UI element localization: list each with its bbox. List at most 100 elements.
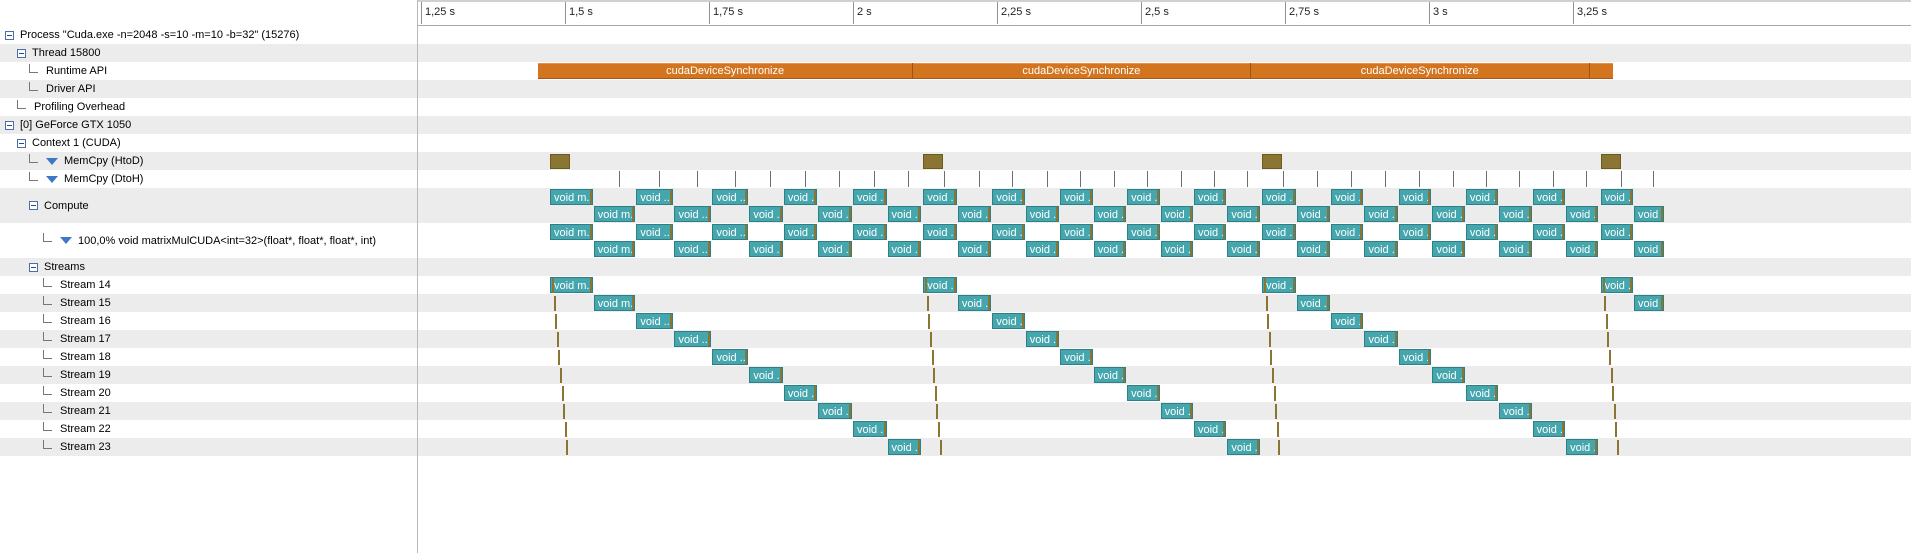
tree-row[interactable]: Thread 15800 bbox=[0, 44, 417, 62]
compute-kernel[interactable]: void ... bbox=[1060, 189, 1093, 205]
memcpy-dtoh-tick[interactable] bbox=[1180, 171, 1182, 187]
compute-kernel[interactable]: void ... bbox=[674, 206, 712, 222]
memcpy-dtoh-tick[interactable] bbox=[659, 171, 661, 187]
matrixmul-kernel[interactable]: void ... bbox=[1364, 241, 1399, 257]
stream-kernel[interactable]: void ... bbox=[1160, 403, 1193, 419]
tree-row[interactable]: MemCpy (DtoH) bbox=[0, 170, 417, 188]
stream-kernel[interactable]: void ... bbox=[1465, 385, 1499, 401]
matrixmul-kernel[interactable]: void ... bbox=[1465, 224, 1499, 240]
compute-kernel[interactable]: void ... bbox=[1025, 206, 1060, 222]
matrixmul-kernel[interactable]: void ... bbox=[1025, 241, 1060, 257]
cuda-device-synchronize-bar[interactable] bbox=[1589, 63, 1614, 79]
compute-kernel[interactable]: void ... bbox=[853, 189, 887, 205]
stream-kernel[interactable]: void ... bbox=[783, 385, 818, 401]
stream-kernel[interactable]: void ... bbox=[674, 331, 712, 347]
memcpy-dtoh-tick[interactable] bbox=[1485, 171, 1487, 187]
memcpy-dtoh-tick[interactable] bbox=[1552, 171, 1554, 187]
compute-kernel[interactable]: void ... bbox=[1093, 206, 1127, 222]
tree-row[interactable]: Driver API bbox=[0, 80, 417, 98]
matrixmul-kernel[interactable]: void ... bbox=[1600, 224, 1634, 240]
memcpy-dtoh-tick[interactable] bbox=[978, 171, 980, 187]
cuda-device-synchronize-bar[interactable]: cudaDeviceSynchronize bbox=[1250, 63, 1590, 79]
matrixmul-kernel[interactable]: void ... bbox=[992, 224, 1025, 240]
stream-kernel[interactable]: void ... bbox=[1364, 331, 1399, 347]
compute-kernel[interactable]: void ... bbox=[1331, 189, 1364, 205]
filter-icon[interactable] bbox=[46, 175, 58, 183]
matrixmul-kernel[interactable]: void ... bbox=[1093, 241, 1127, 257]
compute-kernel[interactable]: void ... bbox=[1465, 189, 1499, 205]
memcpy-dtoh-tick[interactable] bbox=[839, 171, 841, 187]
stream-kernel[interactable]: void ... bbox=[1499, 403, 1532, 419]
memcpy-htod-block[interactable] bbox=[1261, 154, 1282, 169]
memcpy-dtoh-tick[interactable] bbox=[804, 171, 806, 187]
matrixmul-kernel[interactable]: void ... bbox=[818, 241, 852, 257]
collapse-toggle-icon[interactable] bbox=[17, 138, 26, 148]
matrixmul-kernel[interactable]: void ... bbox=[887, 241, 922, 257]
matrixmul-kernel[interactable]: void ... bbox=[923, 224, 957, 240]
compute-kernel[interactable]: void ... bbox=[1634, 206, 1665, 222]
memcpy-dtoh-tick[interactable] bbox=[1012, 171, 1014, 187]
stream-kernel[interactable]: void ... bbox=[1261, 277, 1296, 293]
matrixmul-kernel[interactable]: void ... bbox=[1261, 224, 1296, 240]
tree-row[interactable]: Stream 19 bbox=[0, 366, 417, 384]
compute-kernel[interactable]: void m... bbox=[593, 206, 636, 222]
compute-kernel[interactable]: void ... bbox=[1160, 206, 1193, 222]
matrixmul-kernel[interactable]: void ... bbox=[749, 241, 783, 257]
cuda-device-synchronize-bar[interactable]: cudaDeviceSynchronize bbox=[912, 63, 1251, 79]
matrixmul-kernel[interactable]: void ... bbox=[1060, 224, 1093, 240]
matrixmul-kernel[interactable]: void ... bbox=[636, 224, 674, 240]
filter-icon[interactable] bbox=[46, 157, 58, 165]
stream-kernel[interactable]: void m... bbox=[550, 277, 593, 293]
collapse-toggle-icon[interactable] bbox=[29, 201, 38, 210]
matrixmul-kernel[interactable]: void ... bbox=[1566, 241, 1599, 257]
tree-row[interactable]: Context 1 (CUDA) bbox=[0, 134, 417, 152]
compute-kernel[interactable]: void ... bbox=[1532, 189, 1566, 205]
tree-row[interactable]: Stream 23 bbox=[0, 438, 417, 456]
memcpy-dtoh-tick[interactable] bbox=[1046, 171, 1048, 187]
tree-row[interactable]: Stream 17 bbox=[0, 330, 417, 348]
stream-kernel[interactable]: void ... bbox=[957, 295, 992, 311]
time-ruler[interactable]: 1,25 s 1,5 s 1,75 s 2 s 2,25 s 2,5 s 2,75 s 3 s… bbox=[418, 0, 1911, 26]
memcpy-htod-block[interactable] bbox=[923, 154, 944, 169]
stream-kernel[interactable]: void ... bbox=[636, 313, 674, 329]
stream-kernel[interactable]: void ... bbox=[712, 349, 749, 365]
stream-kernel[interactable]: void ... bbox=[1566, 439, 1599, 455]
compute-kernel[interactable]: void ... bbox=[1127, 189, 1160, 205]
stream-kernel[interactable]: void ... bbox=[887, 439, 922, 455]
filter-icon[interactable] bbox=[60, 237, 72, 244]
tree-row[interactable]: Compute bbox=[0, 188, 417, 223]
stream-kernel[interactable]: void ... bbox=[818, 403, 852, 419]
memcpy-dtoh-tick[interactable] bbox=[873, 171, 875, 187]
collapse-toggle-icon[interactable] bbox=[5, 120, 14, 130]
compute-kernel[interactable]: void ... bbox=[712, 189, 749, 205]
memcpy-dtoh-tick[interactable] bbox=[1652, 171, 1654, 187]
tree-row[interactable]: MemCpy (HtoD) bbox=[0, 152, 417, 170]
compute-kernel[interactable]: void ... bbox=[818, 206, 852, 222]
matrixmul-kernel[interactable]: void ... bbox=[674, 241, 712, 257]
stream-kernel[interactable]: void ... bbox=[1634, 295, 1665, 311]
stream-kernel[interactable]: void ... bbox=[1399, 349, 1432, 365]
compute-kernel[interactable]: void ... bbox=[1600, 189, 1634, 205]
stream-kernel[interactable]: void ... bbox=[1227, 439, 1260, 455]
compute-kernel[interactable]: void ... bbox=[636, 189, 674, 205]
memcpy-dtoh-tick[interactable] bbox=[1113, 171, 1115, 187]
stream-kernel[interactable]: void ... bbox=[1093, 367, 1127, 383]
memcpy-dtoh-tick[interactable] bbox=[1351, 171, 1353, 187]
memcpy-dtoh-tick[interactable] bbox=[908, 171, 910, 187]
stream-kernel[interactable]: void ... bbox=[749, 367, 783, 383]
compute-kernel[interactable]: void ... bbox=[1227, 206, 1260, 222]
compute-kernel[interactable]: void ... bbox=[957, 206, 992, 222]
tree-row[interactable]: Stream 20 bbox=[0, 384, 417, 402]
matrixmul-kernel[interactable]: void ... bbox=[1634, 241, 1665, 257]
matrixmul-kernel[interactable]: void m... bbox=[550, 224, 593, 240]
tree-row[interactable]: Profiling Overhead bbox=[0, 98, 417, 116]
compute-kernel[interactable]: void ... bbox=[1296, 206, 1331, 222]
compute-kernel[interactable]: void ... bbox=[1261, 189, 1296, 205]
compute-kernel[interactable]: void ... bbox=[1499, 206, 1532, 222]
stream-kernel[interactable]: void ... bbox=[1025, 331, 1060, 347]
memcpy-dtoh-tick[interactable] bbox=[734, 171, 736, 187]
compute-kernel[interactable]: void ... bbox=[992, 189, 1025, 205]
memcpy-dtoh-tick[interactable] bbox=[1385, 171, 1387, 187]
memcpy-dtoh-tick[interactable] bbox=[1452, 171, 1454, 187]
stream-kernel[interactable]: void ... bbox=[1296, 295, 1331, 311]
